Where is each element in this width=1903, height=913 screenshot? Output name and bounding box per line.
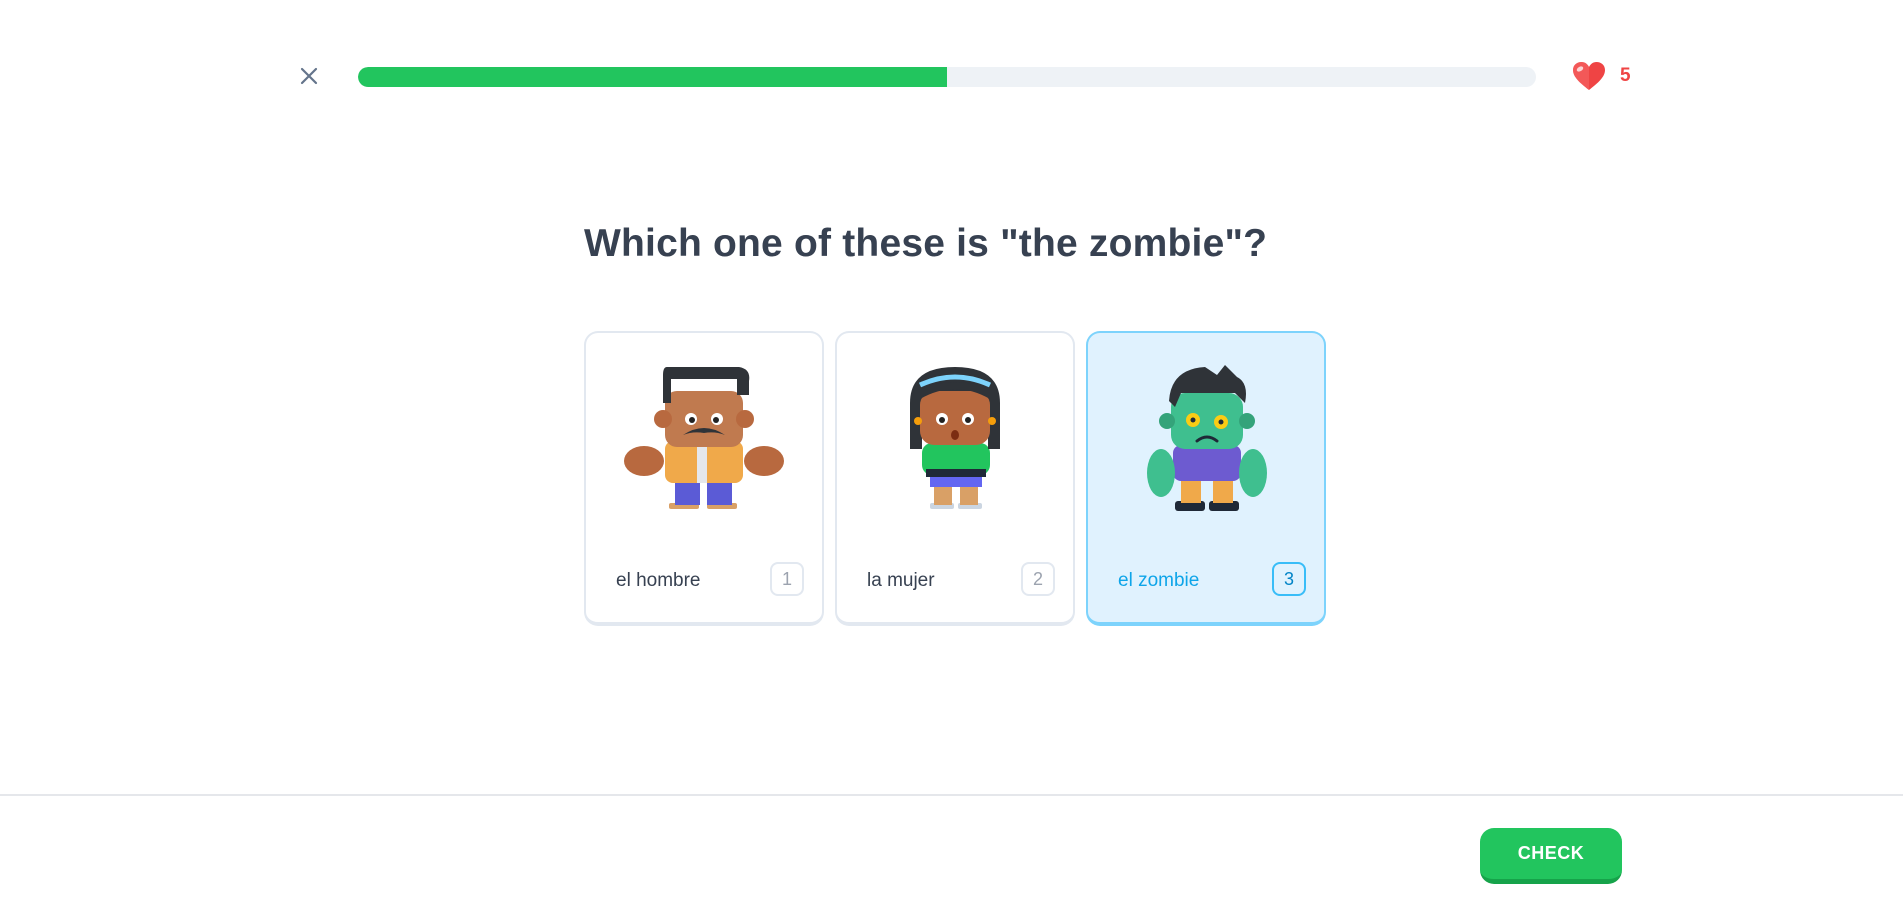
check-button[interactable]: CHECK [1480, 828, 1622, 884]
man-illustration [624, 367, 784, 509]
choice-key-badge: 2 [1021, 562, 1055, 596]
close-icon [300, 67, 318, 85]
choice-label: el hombre [616, 570, 701, 591]
hearts-counter: 5 [1572, 60, 1631, 92]
progress-fill [358, 67, 947, 87]
question-title: Which one of these is "the zombie"? [584, 222, 1268, 265]
choice-list: el hombre 1 la mujer 2 el zombie 3 [584, 331, 1326, 626]
hearts-count: 5 [1620, 65, 1631, 86]
choice-key-badge: 3 [1272, 562, 1306, 596]
footer-divider [0, 794, 1903, 796]
close-button[interactable] [295, 62, 323, 90]
woman-illustration [910, 367, 1000, 509]
choice-card-man[interactable]: el hombre 1 [584, 331, 824, 626]
choice-label: el zombie [1118, 570, 1200, 591]
choice-label: la mujer [867, 570, 935, 591]
progress-bar [358, 67, 1536, 87]
heart-icon [1573, 62, 1605, 90]
choice-key-badge: 1 [770, 562, 804, 596]
choice-card-woman[interactable]: la mujer 2 [835, 331, 1075, 626]
zombie-illustration [1147, 365, 1267, 511]
choice-card-zombie[interactable]: el zombie 3 [1086, 331, 1326, 626]
